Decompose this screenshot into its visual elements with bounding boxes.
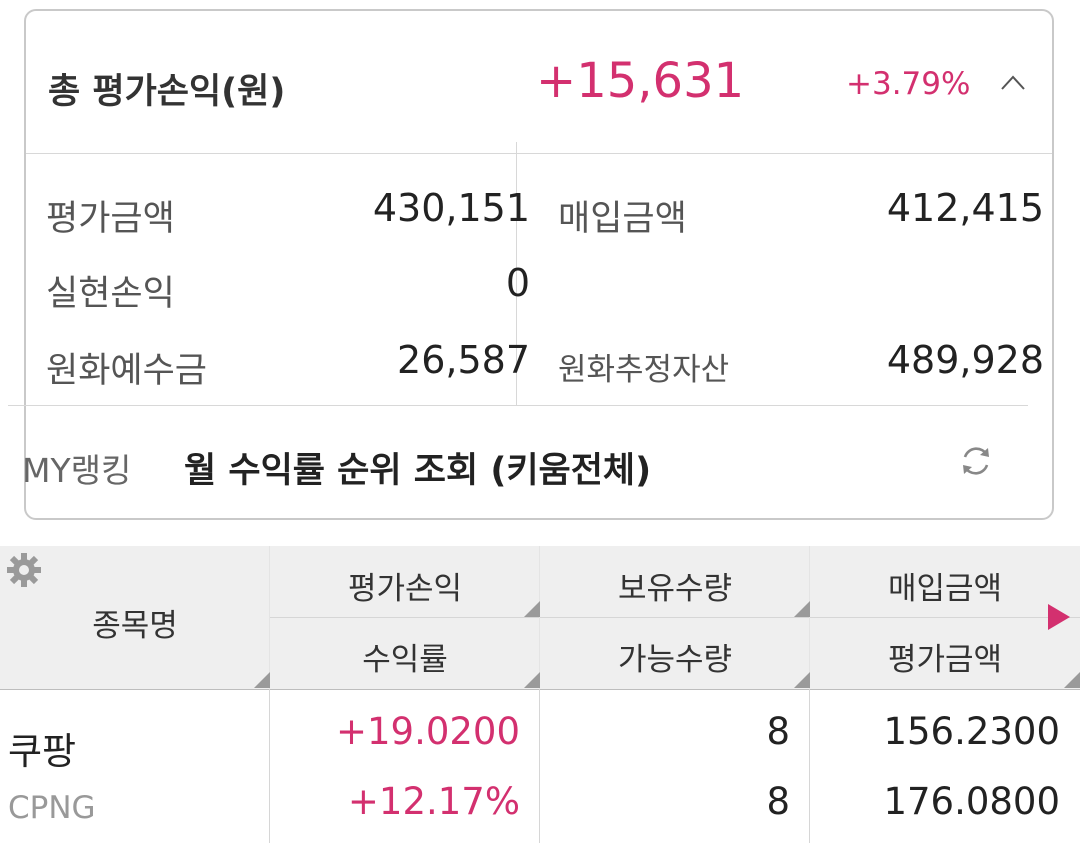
stock-ticker: CPNG bbox=[8, 790, 96, 826]
realized-pnl-value: 0 bbox=[505, 261, 530, 305]
eval-amount-cell: 176.0800 bbox=[883, 780, 1060, 823]
sort-corner-icon bbox=[794, 601, 810, 617]
summary-header[interactable]: 총 평가손익(원) +15,631 +3.79% bbox=[26, 11, 1052, 154]
krw-est-assets-label: 원화추정자산 bbox=[558, 352, 730, 388]
sort-corner-icon bbox=[524, 672, 540, 688]
header-col-divider bbox=[539, 546, 540, 689]
monthly-return-ranking-link[interactable]: 월 수익률 순위 조회 (키움전체) bbox=[184, 442, 651, 493]
eval-pnl-cell: +19.0200 bbox=[335, 710, 520, 753]
sort-corner-icon bbox=[1064, 672, 1080, 688]
total-pnl-value: +15,631 bbox=[536, 53, 745, 109]
sort-corner-icon bbox=[794, 672, 810, 688]
refresh-icon[interactable] bbox=[958, 443, 994, 479]
eval-amount-value: 430,151 bbox=[372, 186, 530, 230]
row-col-divider bbox=[269, 689, 270, 843]
column-header-eval-pnl[interactable]: 평가손익 bbox=[270, 563, 540, 608]
krw-est-assets-value: 489,928 bbox=[886, 338, 1044, 382]
gear-icon[interactable] bbox=[6, 552, 42, 588]
eval-amount-label: 평가금액 bbox=[46, 199, 175, 239]
sort-corner-icon bbox=[524, 601, 540, 617]
row-col-divider bbox=[809, 689, 810, 843]
stock-name[interactable]: 쿠팡 bbox=[8, 721, 76, 775]
column-header-holding-qty[interactable]: 보유수량 bbox=[540, 563, 810, 608]
sort-corner-icon bbox=[254, 672, 270, 688]
realized-pnl-label: 실현손익 bbox=[46, 274, 175, 314]
krw-deposit-value: 26,587 bbox=[397, 338, 530, 382]
available-qty-cell: 8 bbox=[766, 780, 790, 823]
row-col-divider bbox=[539, 689, 540, 843]
krw-deposit-label: 원화예수금 bbox=[46, 351, 208, 391]
column-header-available-qty[interactable]: 가능수량 bbox=[540, 634, 810, 679]
purchase-amount-label: 매입금액 bbox=[558, 199, 687, 239]
column-header-name[interactable]: 종목명 bbox=[40, 600, 230, 645]
header-col-divider bbox=[809, 546, 810, 689]
header-row-divider bbox=[270, 617, 1080, 618]
return-rate-cell: +12.17% bbox=[347, 780, 520, 823]
chevron-up-icon[interactable] bbox=[1000, 71, 1026, 97]
play-icon[interactable] bbox=[1048, 604, 1070, 630]
purchase-amount-value: 412,415 bbox=[886, 186, 1044, 230]
column-header-return-rate[interactable]: 수익률 bbox=[270, 634, 540, 679]
total-pnl-rate: +3.79% bbox=[846, 66, 971, 102]
holding-qty-cell: 8 bbox=[766, 710, 790, 753]
column-header-purchase-amount[interactable]: 매입금액 bbox=[810, 563, 1080, 608]
column-header-eval-amount[interactable]: 평가금액 bbox=[810, 634, 1080, 679]
my-ranking-label: MY랭킹 bbox=[22, 451, 132, 490]
summary-divider-horizontal bbox=[8, 405, 1028, 406]
purchase-amount-cell: 156.2300 bbox=[883, 710, 1060, 753]
header-col-divider bbox=[269, 546, 270, 689]
total-pnl-title: 총 평가손익(원) bbox=[48, 72, 286, 112]
